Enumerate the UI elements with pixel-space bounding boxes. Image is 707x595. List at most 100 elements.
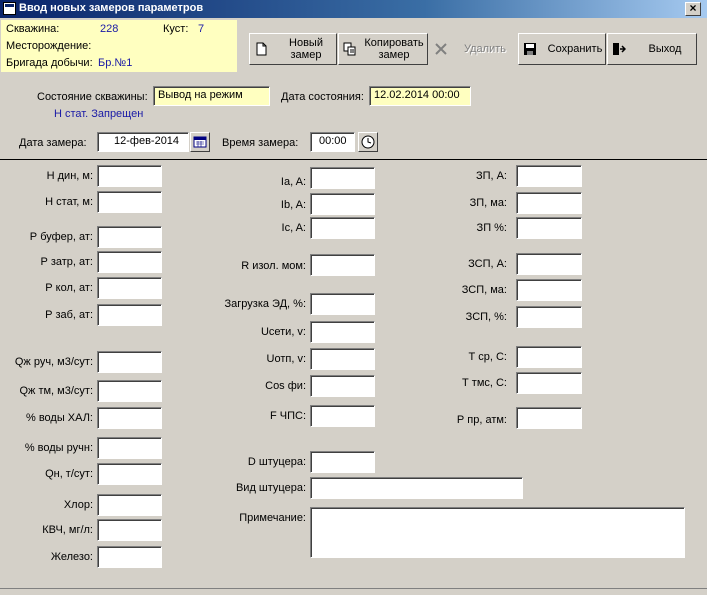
copy-icon [343, 42, 356, 56]
measure-date-label: Дата замера: [19, 137, 87, 149]
ic-input[interactable] [310, 217, 375, 239]
zhelezo-label: Железо: [50, 551, 93, 563]
zagruzka-input[interactable] [310, 293, 375, 315]
delete-label: Удалить [464, 43, 506, 55]
p-zatr-input[interactable] [97, 251, 162, 273]
uotp-input[interactable] [310, 348, 375, 370]
qzh-ruch-input[interactable] [97, 351, 162, 373]
f-chps-input[interactable] [310, 405, 375, 427]
ia-input[interactable] [310, 167, 375, 189]
measure-time-label: Время замера: [222, 137, 299, 149]
vid-shtucera-input[interactable] [310, 477, 523, 499]
clock-button[interactable] [358, 132, 378, 152]
ib-input[interactable] [310, 193, 375, 215]
new-document-icon [256, 42, 267, 56]
p-pr-label: Р пр, атм: [456, 414, 507, 426]
qn-label: Qн, т/сут: [45, 468, 93, 480]
measure-date-field[interactable]: 12-фев-2014 [97, 132, 189, 152]
exit-button[interactable]: Выход [607, 33, 697, 65]
measure-date-value: 12-фев-2014 [114, 135, 180, 147]
well-label: Скважина: [6, 23, 60, 35]
t-sr-input[interactable] [516, 346, 582, 368]
brigade-label: Бригада добычи: [6, 57, 93, 69]
pad-value: 7 [198, 23, 205, 35]
close-icon: × [689, 1, 697, 15]
zhelezo-input[interactable] [97, 546, 162, 568]
window-icon [3, 2, 16, 15]
n-stat-input[interactable] [97, 191, 162, 213]
ia-label: Ia, A: [280, 176, 306, 188]
clock-icon [361, 135, 375, 149]
delete-x-icon [435, 43, 447, 55]
calendar-button[interactable] [190, 132, 210, 152]
n-din-label: Н дин, м: [46, 170, 93, 182]
r-izol-label: R изол. мом: [241, 260, 306, 272]
qzh-tm-label: Qж тм, м3/сут: [19, 385, 93, 397]
zsp-a-input[interactable] [516, 253, 582, 275]
status-note: Н стат. Запрещен [54, 108, 144, 120]
well-value: 228 [100, 23, 119, 35]
measure-time-field[interactable]: 00:00 [310, 132, 355, 152]
field-label: Месторождение: [6, 40, 92, 52]
p-bufer-label: Р буфер, ат: [29, 231, 93, 243]
qn-input[interactable] [97, 463, 162, 485]
zp-ma-input[interactable] [516, 192, 582, 214]
save-button[interactable]: Сохранить [518, 33, 606, 65]
close-button[interactable]: × [685, 2, 701, 16]
r-izol-input[interactable] [310, 254, 375, 276]
new-measurement-button[interactable]: Новый замер [249, 33, 337, 65]
new-label: Новый замер [289, 37, 323, 61]
p-pr-input[interactable] [516, 407, 582, 429]
p-kol-input[interactable] [97, 277, 162, 299]
zp-pct-label: ЗП %: [476, 222, 507, 234]
n-stat-label: Н стат, м: [45, 196, 93, 208]
zsp-ma-input[interactable] [516, 279, 582, 301]
kvch-input[interactable] [97, 519, 162, 541]
brigade-value: Бр.№1 [98, 57, 133, 69]
title-bar: Ввод новых замеров параметров × [0, 0, 707, 18]
state-date-label: Дата состояния: [281, 91, 364, 103]
zp-ma-label: ЗП, ма: [469, 197, 507, 209]
voda-ruch-input[interactable] [97, 437, 162, 459]
copy-label: Копировать замер [364, 37, 424, 61]
cos-fi-input[interactable] [310, 375, 375, 397]
p-kol-label: Р кол, ат: [45, 282, 93, 294]
voda-hal-input[interactable] [97, 407, 162, 429]
d-shtucera-label: D штуцера: [247, 456, 306, 468]
copy-measurement-button[interactable]: Копировать замер [338, 33, 428, 65]
zp-a-label: ЗП, А: [475, 170, 507, 182]
p-zab-input[interactable] [97, 304, 162, 326]
save-label: Сохранить [547, 43, 603, 55]
uotp-label: Uотп, v: [266, 353, 306, 365]
cos-fi-label: Cos фи: [265, 380, 306, 392]
primechanie-textarea[interactable] [310, 507, 685, 558]
ib-label: Ib, A: [280, 199, 306, 211]
d-shtucera-input[interactable] [310, 451, 375, 473]
delete-button[interactable]: Удалить [429, 33, 517, 65]
voda-hal-label: % воды ХАЛ: [25, 412, 93, 424]
zsp-ma-label: ЗСП, ма: [461, 284, 507, 296]
p-zatr-label: Р затр, ат: [40, 256, 93, 268]
zsp-pct-input[interactable] [516, 306, 582, 328]
calendar-icon [193, 136, 207, 148]
measure-time-value: 00:00 [319, 135, 347, 147]
primechanie-label: Примечание: [239, 512, 306, 524]
p-bufer-input[interactable] [97, 226, 162, 248]
floppy-disk-icon [524, 43, 536, 55]
zp-a-input[interactable] [516, 165, 582, 187]
hlor-label: Хлор: [63, 499, 93, 511]
n-din-input[interactable] [97, 165, 162, 187]
hlor-input[interactable] [97, 494, 162, 516]
t-tms-input[interactable] [516, 372, 582, 394]
ic-label: Ic, A: [281, 222, 306, 234]
kvch-label: КВЧ, мг/л: [42, 524, 93, 536]
exit-label: Выход [648, 43, 682, 55]
qzh-tm-input[interactable] [97, 380, 162, 402]
well-state-field[interactable]: Вывод на режим [153, 86, 270, 106]
zsp-pct-label: ЗСП, %: [465, 311, 507, 323]
well-state-label: Состояние скважины: [37, 91, 148, 103]
exit-door-icon [613, 43, 626, 55]
zp-pct-input[interactable] [516, 217, 582, 239]
useti-input[interactable] [310, 321, 375, 343]
state-date-field[interactable]: 12.02.2014 00:00 [369, 86, 471, 106]
